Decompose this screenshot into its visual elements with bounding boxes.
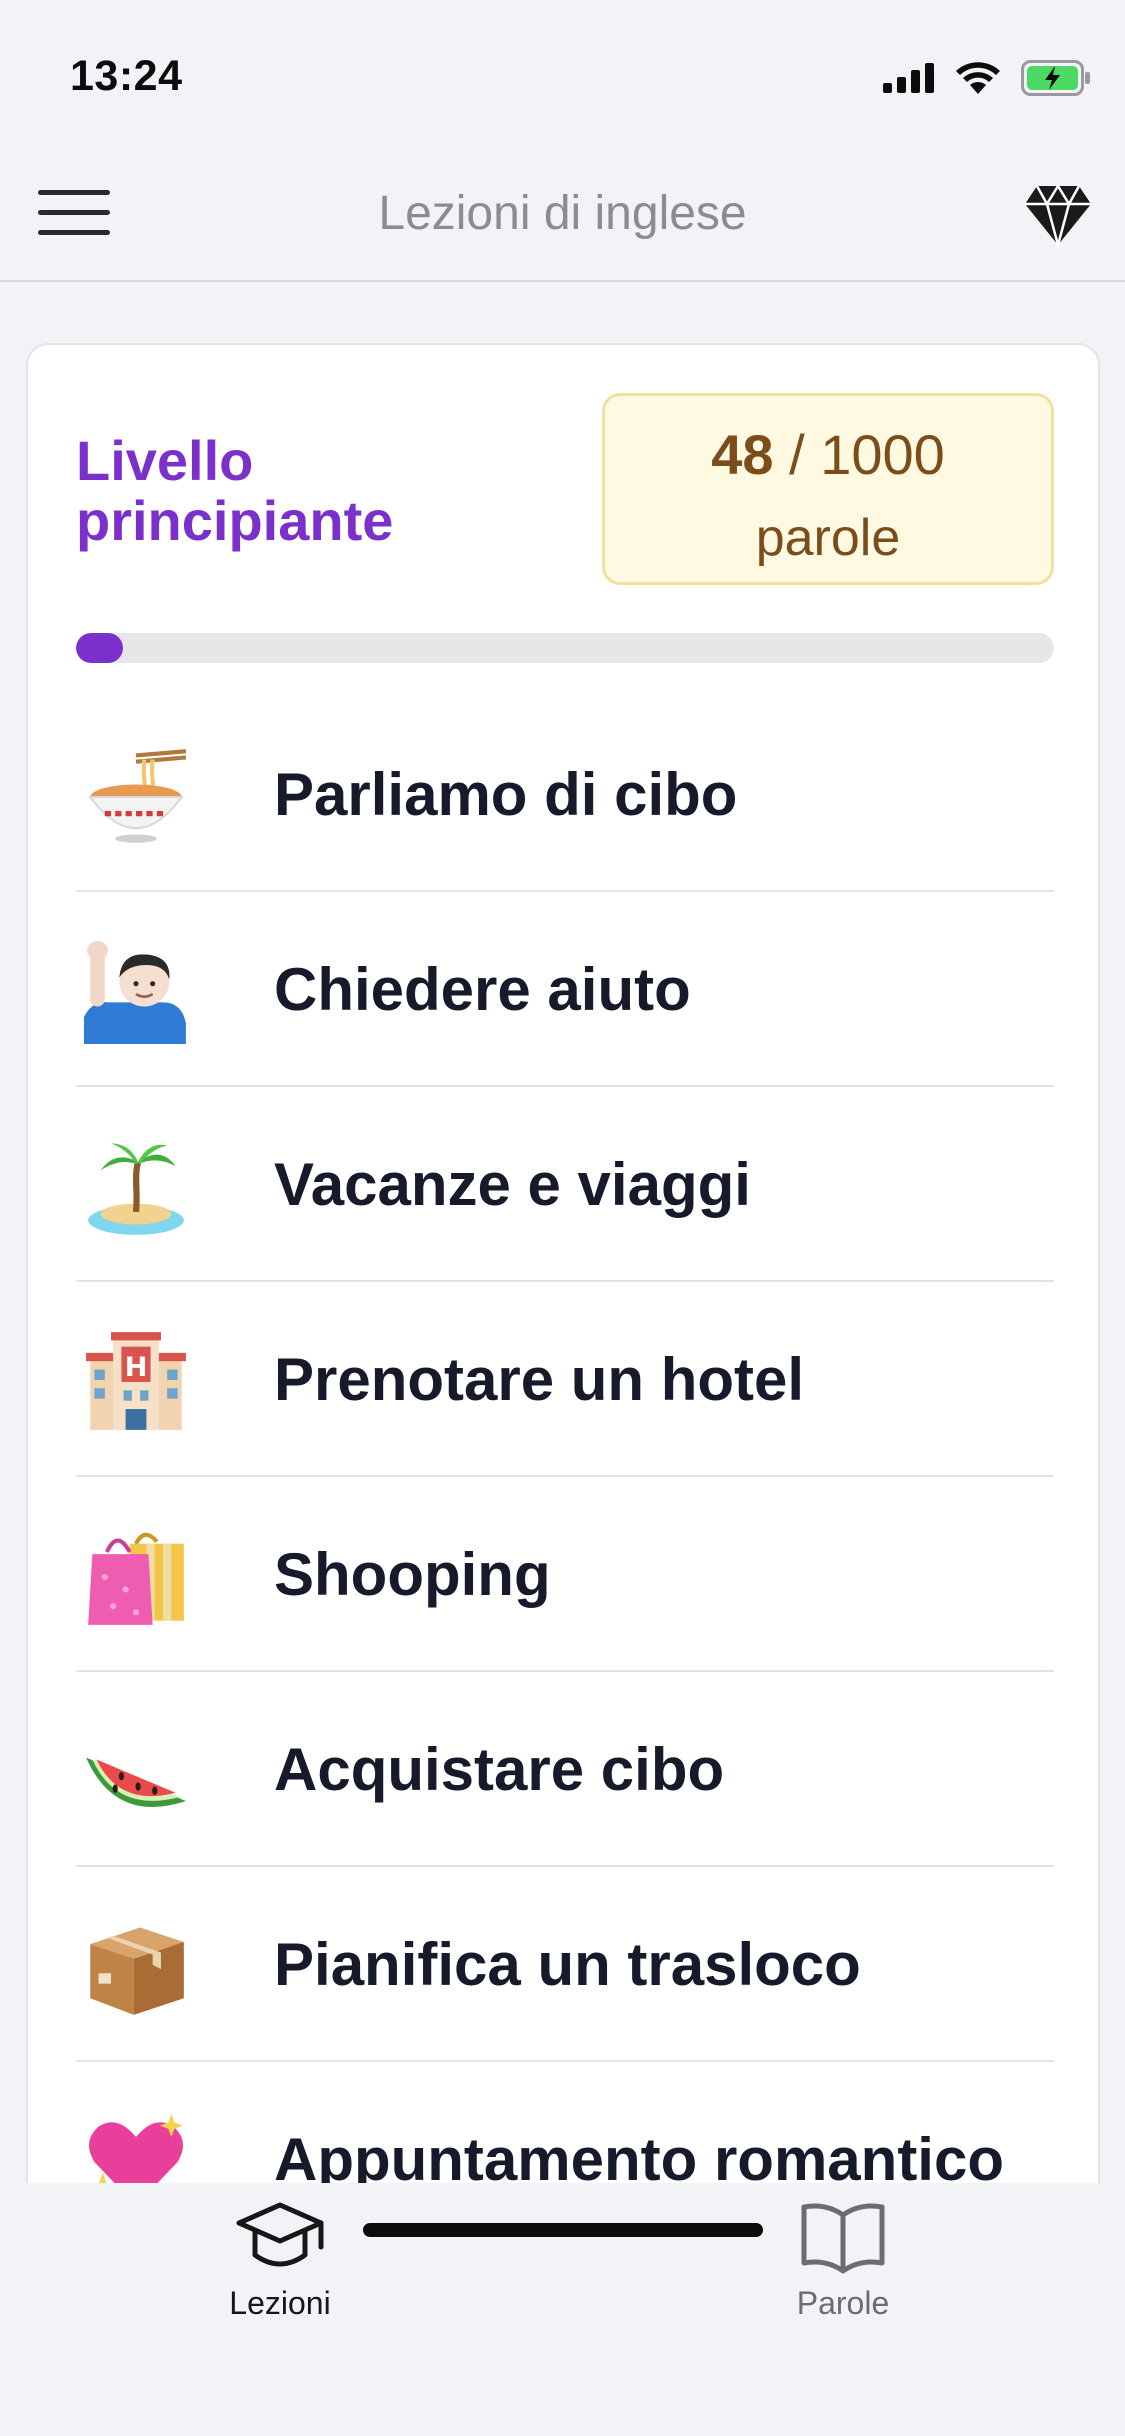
level-progress-fill: [76, 633, 123, 663]
svg-text:H: H: [125, 1352, 148, 1383]
lesson-title: Chiedere aiuto: [274, 956, 691, 1023]
watermelon-icon: [86, 1757, 186, 1807]
lesson-item[interactable]: Pianifica un trasloco: [76, 1867, 1054, 2062]
level-progress-bar: [76, 633, 1054, 663]
hotel-icon: H: [86, 1332, 186, 1430]
tab-lezioni[interactable]: Lezioni: [160, 2201, 400, 2341]
noodle-bowl-icon: [88, 749, 187, 843]
lesson-item[interactable]: Shooping: [76, 1477, 1054, 1672]
page-title: Lezioni di inglese: [378, 187, 747, 240]
tab-parole[interactable]: Parole: [723, 2201, 963, 2341]
lesson-title: Pianifica un trasloco: [274, 1931, 861, 1998]
words-counter-badge: 48 / 1000 parole: [602, 393, 1054, 585]
shopping-bags-icon: [88, 1532, 184, 1625]
person-raising-hand-icon: [84, 941, 186, 1044]
tab-label: Lezioni: [229, 2285, 331, 2321]
status-icons: [883, 60, 1091, 96]
lesson-item[interactable]: Vacanze e viaggi: [76, 1087, 1054, 1282]
tab-label: Parole: [796, 2285, 890, 2321]
package-icon: [90, 1927, 184, 2015]
lesson-item[interactable]: Parliamo di cibo: [76, 697, 1054, 892]
app-screen: 13:24 Lezioni di inglese Livello princip…: [0, 0, 1125, 2436]
status-time: 13:24: [70, 52, 183, 100]
words-learned: 48: [711, 423, 774, 486]
lesson-title: Acquistare cibo: [274, 1736, 725, 1803]
level-title: Livello principiante: [76, 429, 394, 552]
navigation-bar: Lezioni di inglese: [0, 140, 1125, 282]
lesson-title: Shooping: [274, 1541, 551, 1608]
level-card: Livello principiante 48 / 1000 parole Pa…: [26, 343, 1100, 2243]
status-bar: 13:24: [0, 0, 1125, 140]
lesson-item[interactable]: Acquistare cibo: [76, 1672, 1054, 1867]
lesson-title: Vacanze e viaggi: [274, 1151, 751, 1218]
lesson-title: Prenotare un hotel: [274, 1346, 805, 1413]
home-indicator: [363, 2223, 763, 2237]
lesson-list: Parliamo di cibo Chiedere aiuto Vacanze …: [76, 697, 1054, 2241]
wifi-icon: [956, 62, 1000, 94]
premium-button[interactable]: [1023, 182, 1093, 250]
words-count: 48 / 1000: [605, 422, 1051, 487]
open-book-icon: [801, 2203, 885, 2274]
words-label: parole: [755, 509, 901, 567]
tab-bar: Lezioni Parole: [0, 2183, 1125, 2436]
graduation-cap-icon: [236, 2202, 324, 2267]
words-total: / 1000: [789, 423, 945, 486]
desert-island-icon: [88, 1143, 184, 1235]
cellular-signal-icon: [883, 63, 934, 93]
battery-charging-icon: [1021, 60, 1090, 96]
lesson-title: Parliamo di cibo: [274, 761, 738, 828]
diamond-icon: [1025, 183, 1091, 250]
lesson-item[interactable]: H Prenotare un hotel: [76, 1282, 1054, 1477]
lesson-item[interactable]: Chiedere aiuto: [76, 892, 1054, 1087]
